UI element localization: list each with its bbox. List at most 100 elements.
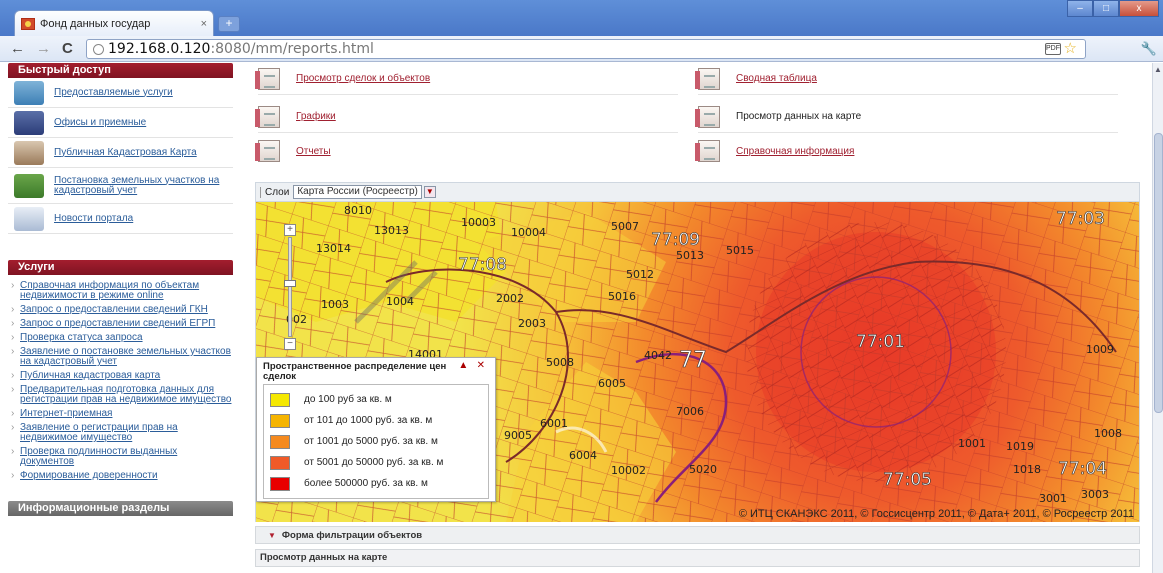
maximize-button[interactable]: □ [1093, 0, 1119, 17]
legend-swatch [270, 476, 290, 491]
map-zone-label: 5015 [726, 244, 754, 257]
browser-tab[interactable]: Фонд данных государ × [14, 10, 214, 36]
services-list: Справочная информация по объектам недвиж… [8, 281, 233, 482]
quick-access-item[interactable]: Постановка земельных участков на кадастр… [8, 168, 233, 204]
map-zone-label: 7006 [676, 405, 704, 418]
quick-access-label[interactable]: Офисы и приемные [54, 117, 146, 128]
new-tab-button[interactable]: + [218, 16, 240, 32]
quick-access-label[interactable]: Постановка земельных участков на кадастр… [54, 175, 233, 196]
page-scrollbar[interactable]: ▲ [1152, 63, 1163, 573]
map-zone-label: 3003 [1081, 488, 1109, 501]
scroll-up-arrow-icon[interactable]: ▲ [1154, 65, 1162, 74]
map-view-section-title: Просмотр данных на карте [255, 549, 1140, 567]
map-pin-icon [14, 140, 44, 165]
report-link-row[interactable]: Отчеты [255, 135, 678, 167]
report-link[interactable]: Графики [296, 111, 336, 122]
quick-access-item[interactable]: Предоставляемые услуги [8, 78, 233, 108]
legend-row: от 5001 до 50000 руб. за кв. м [270, 452, 482, 473]
map-zone-label: 5007 [611, 220, 639, 233]
report-link-row[interactable]: Сводная таблица [695, 63, 1118, 95]
cadastral-map[interactable]: 8010 13013 10003 10004 5007 77:09 5013 5015 77:0… [256, 202, 1139, 522]
site-favicon-icon [21, 17, 35, 30]
map-zone-label: 10002 [611, 464, 646, 477]
back-arrow-icon[interactable]: ← [10, 40, 25, 58]
map-zone-label: 2002 [496, 292, 524, 305]
map-panel: Слои Карта России (Росреестр) ▼ 8010 130… [255, 182, 1140, 522]
map-zone-label: 4042 [644, 349, 672, 362]
legend-swatch [270, 455, 290, 470]
filter-form-toggle[interactable]: ▼ Форма фильтрации объектов [255, 526, 1140, 544]
quick-access-item[interactable]: Офисы и приемные [8, 108, 233, 138]
map-zone-label: 8010 [344, 204, 372, 217]
wrench-menu-icon[interactable]: 🔧 [1141, 41, 1157, 57]
service-link[interactable]: Проверка статуса запроса [8, 333, 233, 344]
legend-label: до 100 руб за кв. м [304, 394, 392, 405]
service-link[interactable]: Заявление о постановке земельных участко… [8, 347, 233, 367]
zoom-slider[interactable] [284, 237, 296, 337]
report-link[interactable]: Сводная таблица [736, 73, 817, 84]
map-zone-label: 77:09 [651, 230, 700, 250]
bookmark-star-icon[interactable]: ☆ [1064, 40, 1077, 58]
report-link-row[interactable]: Графики [255, 101, 678, 133]
info-sections-header: Информационные разделы [8, 501, 233, 516]
forward-arrow-icon[interactable]: → [36, 40, 51, 58]
legend-swatch [270, 413, 290, 428]
map-zone-label: 1001 [958, 437, 986, 450]
pdf-extension-icon[interactable]: PDF [1045, 43, 1061, 55]
reload-icon[interactable]: C [62, 40, 73, 58]
zoom-out-button[interactable]: − [284, 338, 296, 350]
minimize-button[interactable]: – [1067, 0, 1093, 17]
report-document-icon [695, 105, 720, 128]
close-icon[interactable]: ✕ [477, 360, 485, 371]
collapse-icon[interactable]: ▲ [458, 360, 468, 371]
service-link[interactable]: Публичная кадастровая карта [8, 371, 233, 382]
page-info-icon[interactable] [93, 43, 104, 55]
service-link[interactable]: Запрос о предоставлении сведений ГКН [8, 305, 233, 316]
quick-access-label[interactable]: Новости портала [54, 213, 133, 224]
scrollbar-thumb[interactable] [1154, 133, 1163, 413]
service-link[interactable]: Запрос о предоставлении сведений ЕГРП [8, 319, 233, 330]
zoom-control: + − [284, 224, 298, 352]
map-zone-label: 77:04 [1058, 459, 1107, 479]
zoom-in-button[interactable]: + [284, 224, 296, 236]
service-link[interactable]: Проверка подлинности выданных документов [8, 447, 233, 467]
layers-label: Слои [260, 186, 289, 198]
report-link[interactable]: Справочная информация [736, 146, 854, 157]
service-link[interactable]: Справочная информация по объектам недвиж… [8, 281, 233, 301]
map-zone-label: 1018 [1013, 463, 1041, 476]
report-link[interactable]: Отчеты [296, 146, 331, 157]
price-legend: Пространственное распределение цен сдело… [256, 357, 496, 502]
map-zone-label: 6004 [569, 449, 597, 462]
report-link-row[interactable]: Справочная информация [695, 135, 1118, 167]
map-zone-label: 6005 [598, 377, 626, 390]
service-link[interactable]: Интернет-приемная [8, 409, 233, 420]
legend-swatch [270, 392, 290, 407]
map-zone-label: 5012 [626, 268, 654, 281]
quick-access-item[interactable]: Новости портала [8, 204, 233, 234]
chevron-down-icon[interactable]: ▼ [423, 186, 436, 198]
service-link[interactable]: Предварительная подготовка данных для ре… [8, 385, 233, 405]
globe-user-icon [14, 80, 44, 105]
layer-select[interactable]: Карта России (Росреестр) [293, 185, 422, 199]
report-link[interactable]: Просмотр сделок и объектов [296, 73, 430, 84]
map-zone-label: 77:08 [458, 255, 507, 275]
map-zone-label: 13013 [374, 224, 409, 237]
tab-close-icon[interactable]: × [201, 18, 207, 30]
quick-access-label[interactable]: Публичная Кадастровая Карта [54, 147, 197, 158]
report-link-row[interactable]: Просмотр сделок и объектов [255, 63, 678, 95]
service-link[interactable]: Заявление о регистрации прав на недвижим… [8, 423, 233, 443]
address-bar[interactable]: 192.168.0.120:8080/mm/reports.html PDF ☆ [86, 39, 1086, 59]
map-zone-label: 5008 [546, 356, 574, 369]
url-text: 192.168.0.120:8080/mm/reports.html [108, 41, 374, 57]
report-link: Просмотр данных на карте [736, 111, 862, 122]
legend-row: до 100 руб за кв. м [270, 389, 482, 410]
map-zone-label: 10003 [461, 216, 496, 229]
close-window-button[interactable]: x [1119, 0, 1159, 17]
quick-access-label[interactable]: Предоставляемые услуги [54, 87, 173, 98]
quick-access-item[interactable]: Публичная Кадастровая Карта [8, 138, 233, 168]
legend-row: от 101 до 1000 руб. за кв. м [270, 410, 482, 431]
zoom-slider-handle[interactable] [284, 280, 296, 287]
service-link[interactable]: Формирование доверенности [8, 471, 233, 482]
map-zone-label: 77:01 [856, 332, 905, 352]
legend-header: Пространственное распределение цен сдело… [257, 358, 495, 384]
